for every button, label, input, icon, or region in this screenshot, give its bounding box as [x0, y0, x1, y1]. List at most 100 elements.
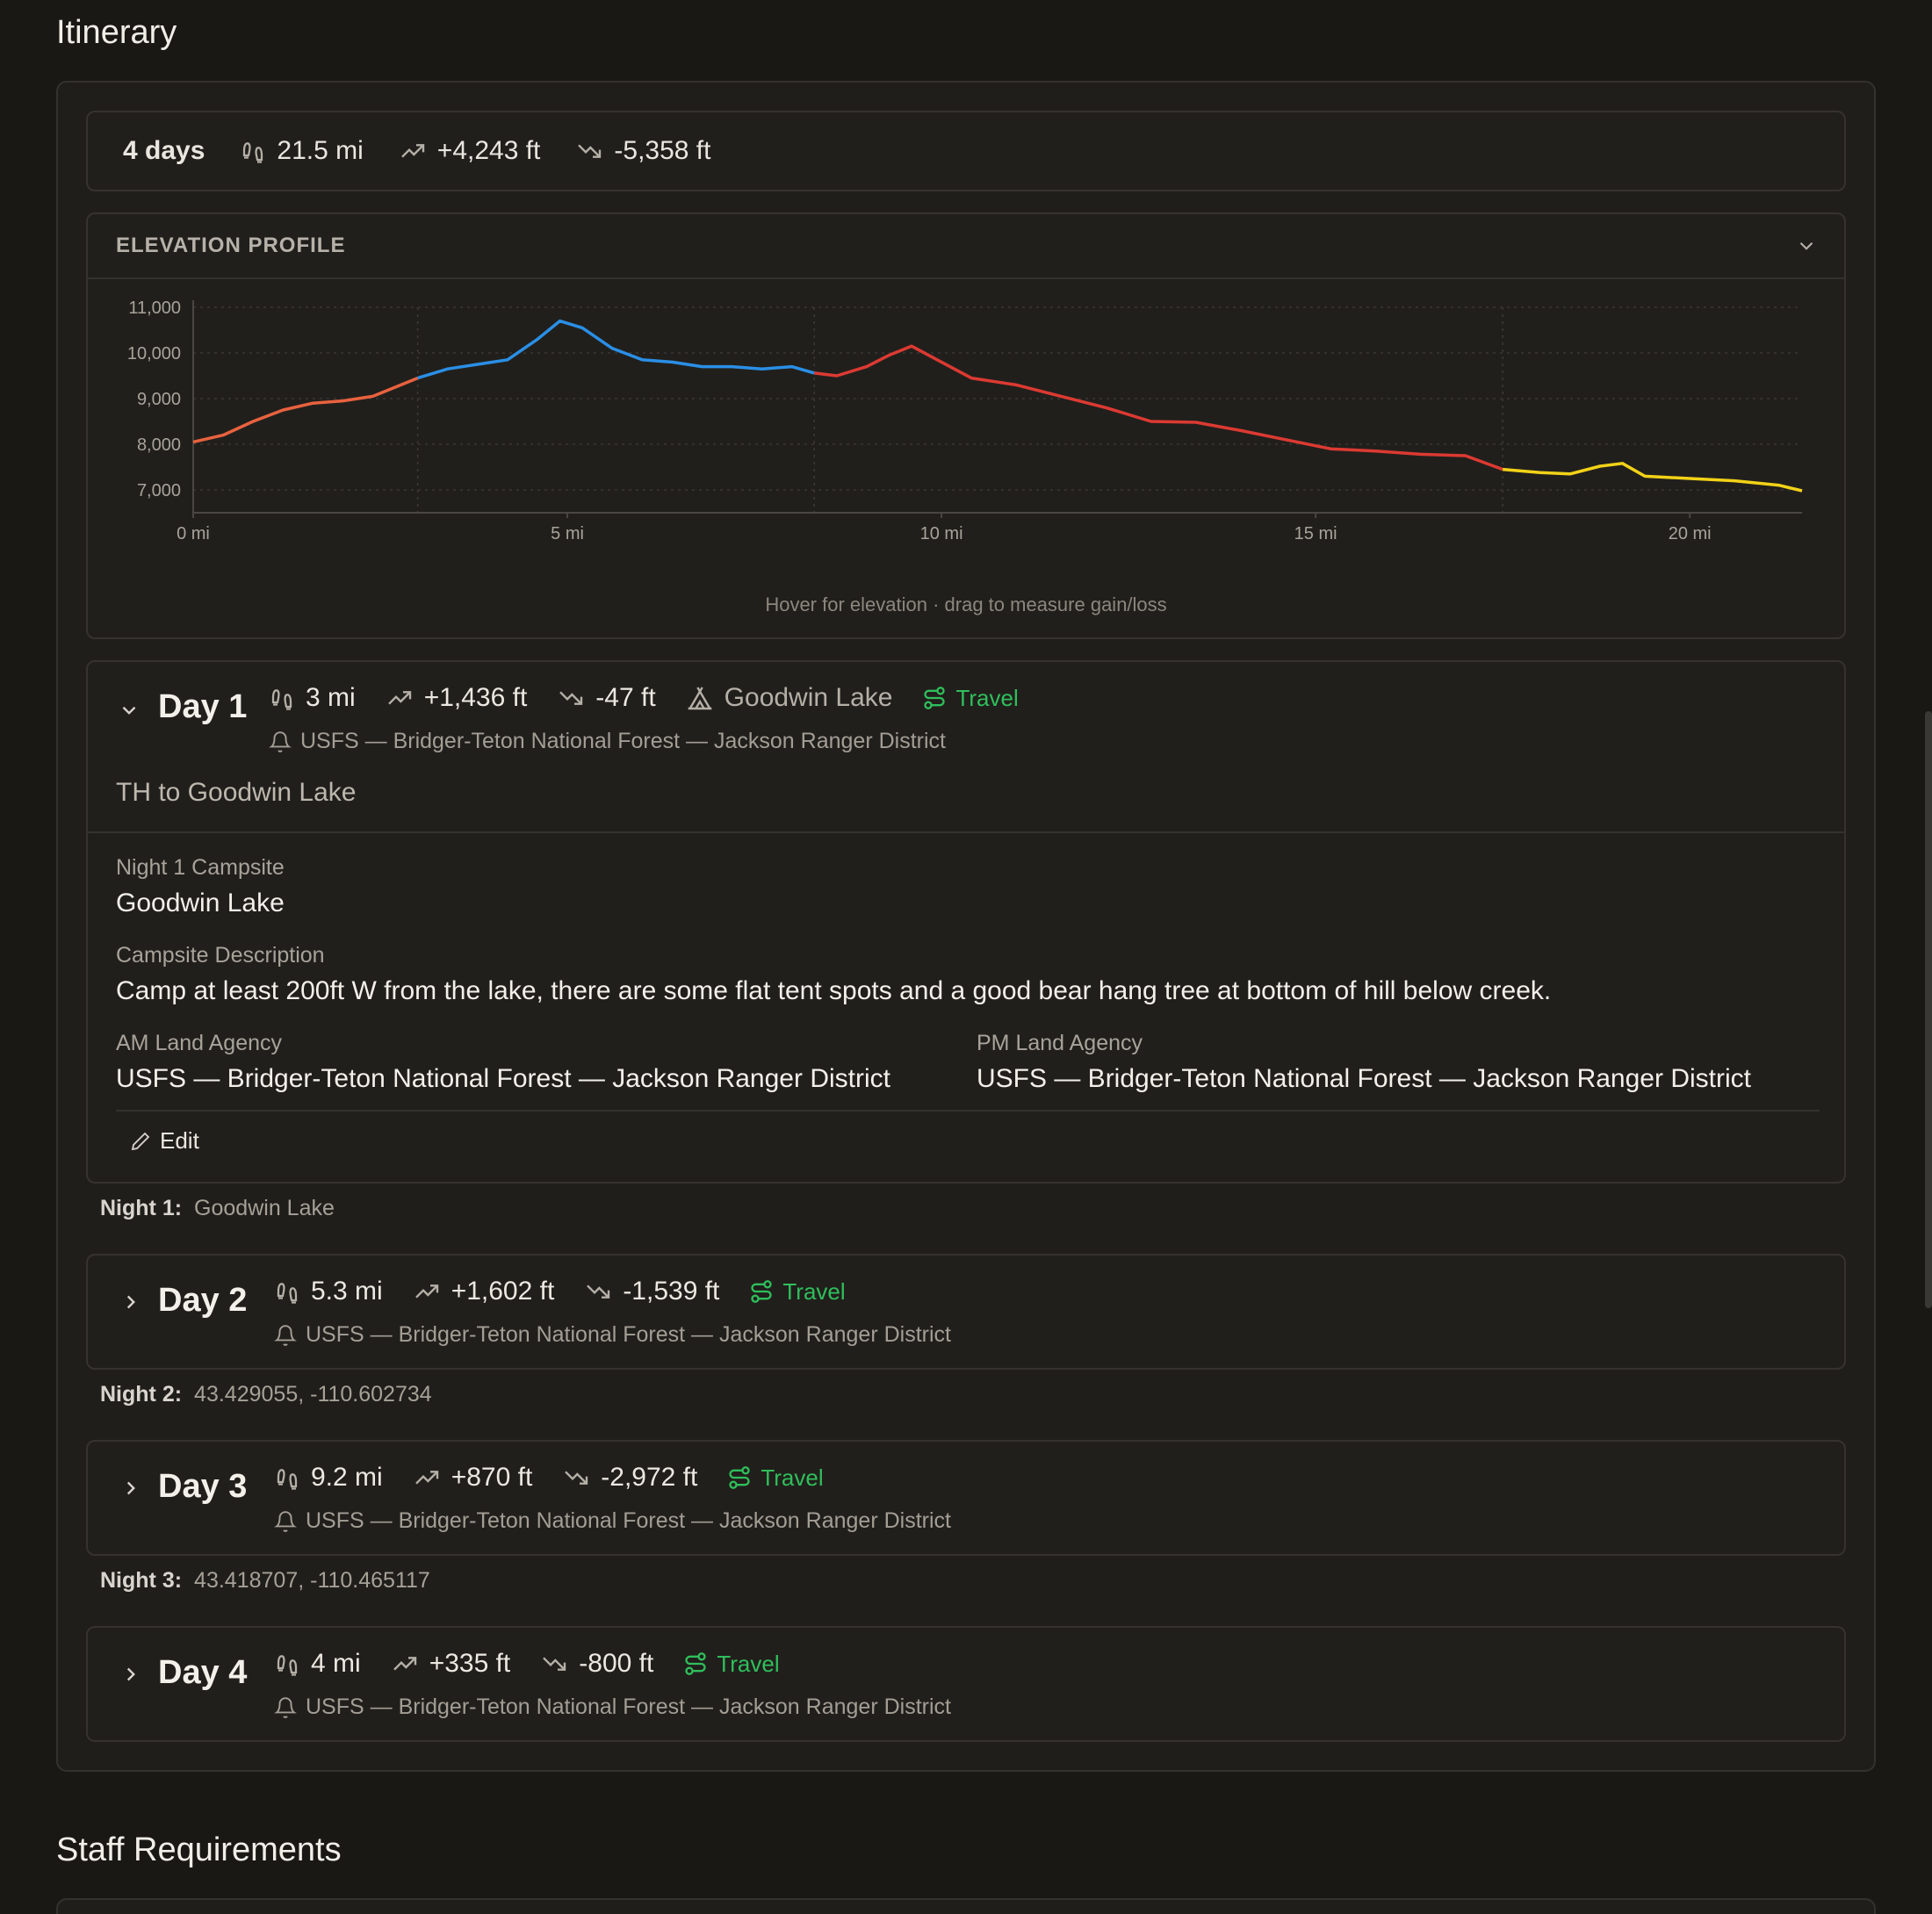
day-2-loss-value: -1,539 ft [623, 1277, 720, 1306]
day-1-distance: 3 mi [269, 683, 356, 713]
elevation-series-day-3 [813, 344, 1503, 471]
scrollbar[interactable] [1925, 711, 1932, 1308]
night-campsite-label: Night 1 Campsite [116, 855, 285, 880]
summary-distance: 21.5 mi [240, 136, 364, 166]
x-tick-label: 20 mi [1669, 524, 1712, 543]
day-2-stats: 5.3 mi +1,602 ft -1,539 ft Travel [274, 1277, 846, 1306]
chevron-right-icon[interactable] [119, 1663, 142, 1686]
bell-icon [274, 1696, 297, 1718]
day-2-title[interactable]: Day 2 [158, 1282, 247, 1320]
day-3-loss: -2,972 ft [562, 1463, 697, 1493]
trending-up-icon [415, 1471, 438, 1485]
route-icon [685, 1652, 706, 1675]
chevron-right-icon[interactable] [119, 1291, 142, 1313]
trending-down-icon [559, 691, 583, 705]
day-3-loss-value: -2,972 ft [601, 1463, 698, 1492]
day-1-agency: USFS — Bridger-Teton National Forest — J… [269, 729, 946, 754]
day-1-subtitle: TH to Goodwin Lake [116, 778, 357, 807]
pencil-icon [131, 1132, 150, 1150]
footprints-icon [243, 142, 263, 163]
day-1-gain: +1,436 ft [386, 683, 528, 713]
summary-loss-value: -5,358 ft [614, 136, 711, 165]
day-2-loss: -1,539 ft [584, 1277, 719, 1306]
night-2-value: 43.429055, -110.602734 [194, 1382, 432, 1407]
summary-loss: -5,358 ft [575, 136, 710, 166]
day-2-agency: USFS — Bridger-Teton National Forest — J… [274, 1322, 951, 1348]
staff-requirements-card [56, 1898, 1876, 1914]
day-4-card[interactable]: Day 4 4 mi +335 ft -800 ft Travel USFS —… [86, 1626, 1846, 1742]
bell-icon [274, 1324, 297, 1346]
day-4-travel-label: Travel [717, 1650, 780, 1677]
day-1-gain-value: +1,436 ft [423, 683, 528, 712]
day-1-stats: 3 mi +1,436 ft -47 ft Goodwin Lake Trave… [269, 683, 1019, 713]
night-campsite-value: Goodwin Lake [116, 889, 285, 917]
x-tick-label: 15 mi [1294, 524, 1337, 543]
day-1-card: Day 1 3 mi +1,436 ft -47 ft Goodwin Lake… [86, 660, 1846, 1184]
night-2-footer: Night 2: 43.429055, -110.602734 [100, 1382, 432, 1407]
edit-button[interactable]: Edit [130, 1127, 199, 1155]
pm-land-agency-value: USFS — Bridger-Teton National Forest — J… [977, 1064, 1751, 1093]
day-4-title[interactable]: Day 4 [158, 1654, 247, 1692]
chevron-down-icon[interactable] [118, 699, 141, 722]
day-3-card[interactable]: Day 3 9.2 mi +870 ft -2,972 ft Travel US… [86, 1440, 1846, 1556]
day-2-travel[interactable]: Travel [749, 1278, 846, 1306]
day-1-title[interactable]: Day 1 [158, 688, 247, 726]
footprints-icon [271, 689, 292, 710]
day-4-distance-value: 4 mi [311, 1649, 361, 1678]
chevron-right-icon[interactable] [119, 1477, 142, 1500]
campsite-description-label: Campsite Description [116, 943, 325, 968]
staff-requirements-title: Staff Requirements [56, 1831, 342, 1868]
y-tick-label: 10,000 [127, 344, 181, 363]
day-3-distance-value: 9.2 mi [311, 1463, 383, 1492]
elevation-title: ELEVATION PROFILE [116, 234, 346, 257]
trending-down-icon [587, 1284, 610, 1299]
trending-up-icon [415, 1284, 438, 1299]
summary-gain-value: +4,243 ft [436, 136, 541, 165]
day-1-agency-text: USFS — Bridger-Teton National Forest — J… [300, 729, 946, 753]
day-1-travel[interactable]: Travel [922, 685, 1019, 712]
day-1-distance-value: 3 mi [306, 683, 356, 712]
day-4-loss-value: -800 ft [579, 1649, 654, 1678]
day-1-camp: Goodwin Lake [686, 683, 892, 713]
day-1-loss-value: -47 ft [595, 683, 656, 712]
summary-distance-value: 21.5 mi [277, 136, 364, 165]
day-4-travel[interactable]: Travel [683, 1650, 780, 1678]
x-tick-label: 10 mi [920, 524, 963, 543]
footprints-icon [277, 1655, 298, 1676]
elevation-header[interactable]: ELEVATION PROFILE [88, 214, 1844, 279]
day-2-agency-text: USFS — Bridger-Teton National Forest — J… [306, 1322, 951, 1347]
day-2-gain-value: +1,602 ft [451, 1277, 555, 1306]
night-1-value: Goodwin Lake [194, 1196, 335, 1220]
elevation-chart[interactable]: 11,000 10,000 9,000 8,000 7,000 0 mi 5 mi 10 mi… [88, 281, 1844, 562]
elevation-series-day-1 [192, 376, 419, 444]
trending-down-icon [578, 144, 602, 158]
y-tick-label: 11,000 [128, 299, 181, 318]
day-3-distance: 9.2 mi [274, 1463, 383, 1493]
trip-summary: 4 days 21.5 mi +4,243 ft -5,358 ft [86, 111, 1846, 191]
am-land-agency-value: USFS — Bridger-Teton National Forest — J… [116, 1064, 890, 1093]
night-1-label: Night 1: [100, 1196, 183, 1220]
day-3-gain: +870 ft [413, 1463, 532, 1493]
route-icon [729, 1466, 751, 1489]
night-3-footer: Night 3: 43.418707, -110.465117 [100, 1568, 430, 1594]
day-2-card[interactable]: Day 2 5.3 mi +1,602 ft -1,539 ft Travel … [86, 1254, 1846, 1370]
day-3-travel[interactable]: Travel [727, 1464, 824, 1492]
summary-gain: +4,243 ft [399, 136, 541, 166]
night-1-footer: Night 1: Goodwin Lake [100, 1196, 335, 1221]
am-land-agency-label: AM Land Agency [116, 1031, 283, 1055]
day-4-distance: 4 mi [274, 1649, 361, 1679]
y-tick-label: 9,000 [137, 390, 181, 409]
trending-up-icon [393, 1657, 416, 1671]
elevation-series-day-2 [417, 319, 815, 380]
day-2-gain: +1,602 ft [413, 1277, 555, 1306]
elevation-series-day-4 [1503, 462, 1803, 493]
day-3-title[interactable]: Day 3 [158, 1468, 247, 1506]
route-icon [924, 687, 946, 709]
day-4-loss: -800 ft [540, 1649, 653, 1679]
day-4-stats: 4 mi +335 ft -800 ft Travel [274, 1649, 780, 1679]
elevation-hint: Hover for elevation · drag to measure ga… [765, 594, 1167, 615]
night-3-value: 43.418707, -110.465117 [194, 1568, 430, 1593]
day-4-agency: USFS — Bridger-Teton National Forest — J… [274, 1695, 951, 1720]
chevron-down-icon[interactable] [1795, 234, 1818, 257]
day-4-agency-text: USFS — Bridger-Teton National Forest — J… [306, 1695, 951, 1719]
